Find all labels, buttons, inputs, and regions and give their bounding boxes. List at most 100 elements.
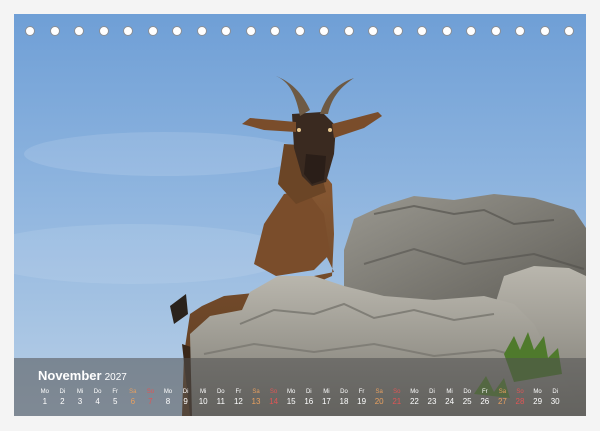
weekday-label: Di (429, 389, 435, 395)
weekday-label: Sa (498, 389, 507, 395)
weekday-label: Mo (410, 389, 419, 395)
day-cell: Mo 15 (282, 388, 300, 408)
binding-hole-icon (123, 26, 133, 36)
day-number: 17 (321, 397, 331, 406)
day-cell: Fr 19 (353, 388, 371, 408)
day-cell: Mi 3 (71, 388, 89, 408)
goat-photo (14, 14, 586, 416)
day-number: 28 (515, 397, 525, 406)
binding-hole-icon (417, 26, 427, 36)
day-number: 12 (233, 397, 243, 406)
day-cell: Sa 20 (370, 388, 388, 408)
binding-hole-icon (319, 26, 329, 36)
calendar-strip: November 2027 Mo 1 Di 2 Mi 3 Do 4 Fr 5 Sa 6 So 7 Mo 8 Di 9… (14, 358, 586, 416)
day-number: 23 (427, 397, 437, 406)
weekday-label: Fr (481, 389, 488, 395)
day-number: 22 (409, 397, 419, 406)
day-cell: Do 11 (212, 388, 230, 408)
binding-hole-icon (466, 26, 476, 36)
weekday-label: Sa (129, 389, 137, 395)
day-cell: Di 2 (54, 388, 72, 408)
binding-hole-icon (539, 26, 550, 36)
weekday-label: Di (182, 389, 189, 395)
weekday-label: So (269, 389, 278, 395)
weekday-label: Mi (76, 389, 84, 395)
binding-hole-icon (74, 26, 84, 36)
day-cell: Sa 6 (124, 388, 142, 408)
day-number: 15 (286, 397, 296, 406)
day-cell: Mo 8 (159, 388, 177, 408)
day-number: 26 (480, 397, 490, 406)
weekday-label: Mi (200, 389, 207, 395)
day-number: 9 (183, 397, 188, 406)
binding-hole-icon (270, 26, 280, 36)
day-number: 29 (533, 397, 543, 406)
weekday-label: Fr (358, 389, 365, 395)
goat-illustration (14, 76, 586, 416)
day-number: 7 (148, 397, 153, 406)
day-cell: Do 18 (335, 388, 353, 408)
weekday-label: Mi (446, 389, 453, 395)
day-number: 25 (462, 397, 472, 406)
weekday-label: Fr (235, 389, 242, 395)
weekday-label: Sa (252, 389, 260, 395)
day-number: 8 (165, 397, 171, 406)
day-number: 13 (251, 397, 261, 406)
day-cell: Do 4 (89, 388, 107, 408)
spiral-binding (14, 20, 586, 44)
day-number: 24 (445, 397, 455, 406)
day-number: 5 (112, 397, 118, 406)
day-cell: Mi 10 (194, 388, 212, 408)
weekday-label: Di (305, 389, 312, 395)
binding-hole-icon (515, 26, 525, 36)
weekday-label: Mo (533, 389, 542, 395)
day-cell: Di 30 (546, 388, 564, 408)
day-cell: Di 9 (177, 388, 195, 408)
day-number: 21 (392, 397, 402, 406)
day-number: 3 (77, 397, 83, 406)
binding-hole-icon (172, 26, 182, 36)
month-name: November (38, 368, 102, 383)
day-cell: Fr 26 (476, 388, 494, 408)
binding-hole-icon (49, 26, 60, 36)
weekday-label: Mo (40, 389, 49, 395)
weekday-label: Mo (163, 389, 173, 395)
weekday-label: Mo (287, 389, 296, 395)
weekday-label: So (393, 389, 401, 395)
binding-hole-icon (392, 26, 403, 36)
weekday-label: Di (552, 389, 559, 395)
weekday-label: Do (463, 389, 472, 395)
binding-hole-icon (343, 26, 354, 36)
weekday-label: Do (216, 389, 225, 395)
binding-hole-icon (245, 26, 256, 36)
day-cell: Di 23 (423, 388, 441, 408)
day-number: 6 (130, 397, 136, 406)
day-number: 2 (60, 397, 65, 406)
binding-hole-icon (294, 26, 305, 36)
day-cell: Fr 5 (106, 388, 124, 408)
binding-hole-icon (368, 26, 378, 36)
day-cell: Di 16 (300, 388, 318, 408)
binding-hole-icon (196, 26, 207, 36)
day-number: 18 (339, 397, 349, 406)
month-title: November 2027 (38, 368, 127, 383)
day-number: 16 (304, 397, 314, 406)
day-number: 27 (497, 397, 507, 406)
weekday-label: Do (340, 389, 348, 395)
day-number: 10 (198, 397, 208, 406)
day-cell: So 14 (265, 388, 283, 408)
binding-hole-icon (98, 26, 109, 36)
day-cell: Mo 22 (406, 388, 424, 408)
day-cell: Fr 12 (230, 388, 248, 408)
weekday-label: Fr (112, 389, 119, 395)
day-cell: Mo 29 (529, 388, 547, 408)
day-number: 19 (357, 397, 367, 406)
weekday-label: Di (59, 389, 66, 395)
weekday-label: Mi (323, 389, 330, 395)
day-number: 11 (216, 397, 225, 406)
day-cell: Mi 24 (441, 388, 459, 408)
day-number: 14 (269, 397, 279, 406)
month-year: 2027 (104, 372, 127, 383)
day-number: 30 (550, 397, 560, 406)
day-cell: Mi 17 (318, 388, 336, 408)
